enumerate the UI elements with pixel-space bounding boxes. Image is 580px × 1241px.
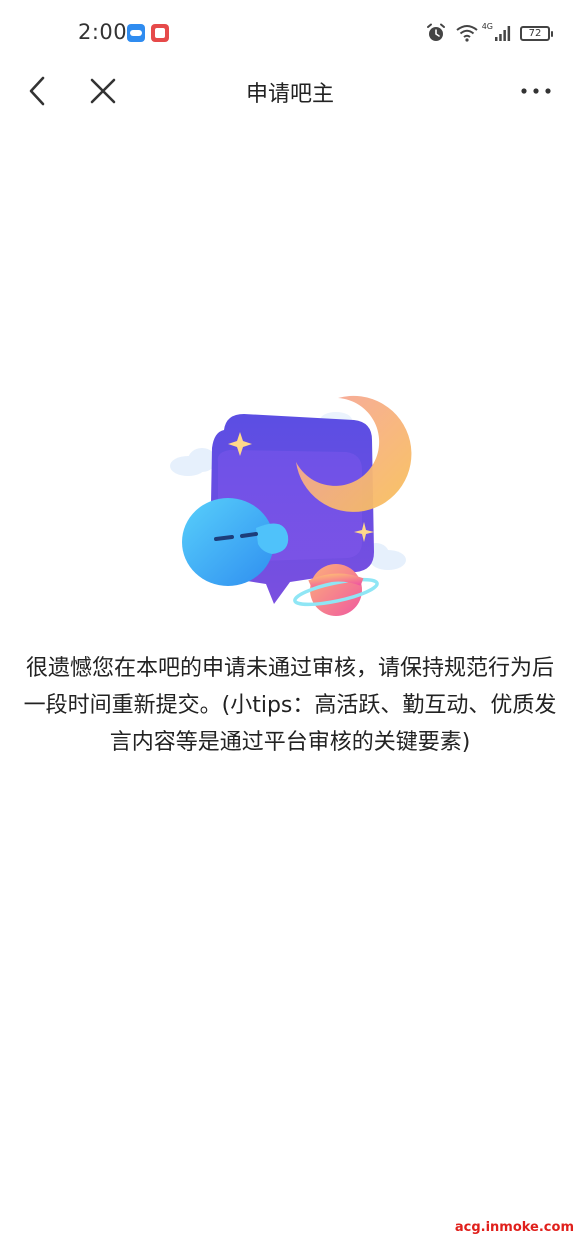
cloud-left [170,448,216,476]
nav-bar: 申请吧主 [0,66,580,116]
more-dots-icon [521,88,551,94]
back-button[interactable] [20,74,54,108]
network-type: 4G [481,21,493,31]
speech-bubble-moon-planet-illustration [170,395,412,616]
rejection-message: 很遗憾您在本吧的申请未通过审核，请保持规范行为后一段时间重新提交。(小tips：… [23,656,557,755]
close-icon [90,78,116,104]
more-button[interactable] [516,74,556,108]
chevron-left-icon [29,76,45,106]
battery-level: 72 [528,27,542,39]
wifi-icon [456,25,478,42]
close-button[interactable] [86,74,120,108]
status-bar: 2:00 4G 72 [0,0,580,66]
alarm-icon [426,23,445,41]
status-time: 2:00 [78,20,128,44]
watermark: acg.inmoke.com [454,1220,574,1235]
app-notification-icon [151,24,169,42]
signal-icon [495,26,511,41]
battery-icon: 72 [520,25,553,41]
status-indicators: 4G 72 [426,20,553,46]
cloud-notification-icon [127,24,145,42]
